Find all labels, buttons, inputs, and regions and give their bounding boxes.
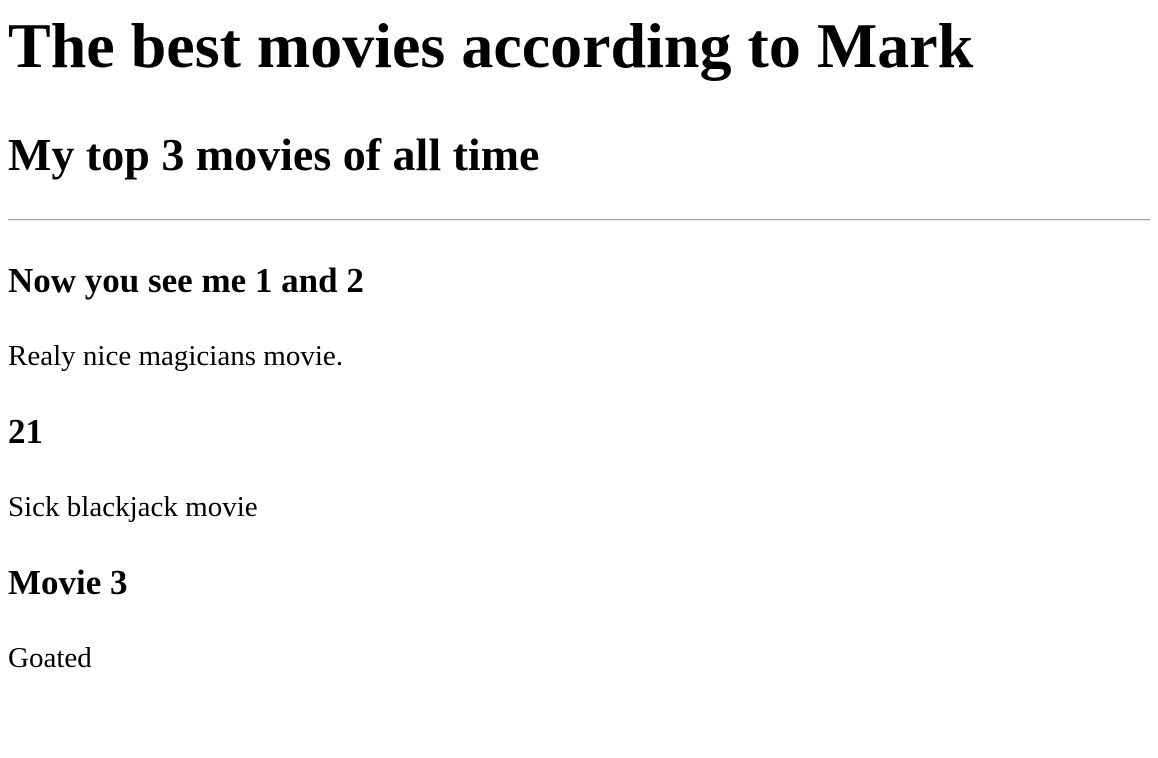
divider (8, 219, 1150, 221)
movie-item: Movie 3 Goated (8, 563, 1150, 675)
movie-item: 21 Sick blackjack movie (8, 412, 1150, 524)
movie-description: Realy nice magicians movie. (8, 340, 344, 372)
movie-description: Sick blackjack movie (8, 491, 258, 523)
page-subtitle: My top 3 movies of all time (8, 129, 540, 180)
page-title: The best movies according to Mark (8, 10, 974, 81)
movie-description: Goated (8, 642, 92, 674)
movie-item: Now you see me 1 and 2 Realy nice magici… (8, 261, 1150, 373)
movie-title: Movie 3 (8, 563, 128, 602)
movie-title: Now you see me 1 and 2 (8, 261, 364, 300)
movie-list: Now you see me 1 and 2 Realy nice magici… (8, 261, 1150, 675)
movie-title: 21 (8, 412, 43, 451)
